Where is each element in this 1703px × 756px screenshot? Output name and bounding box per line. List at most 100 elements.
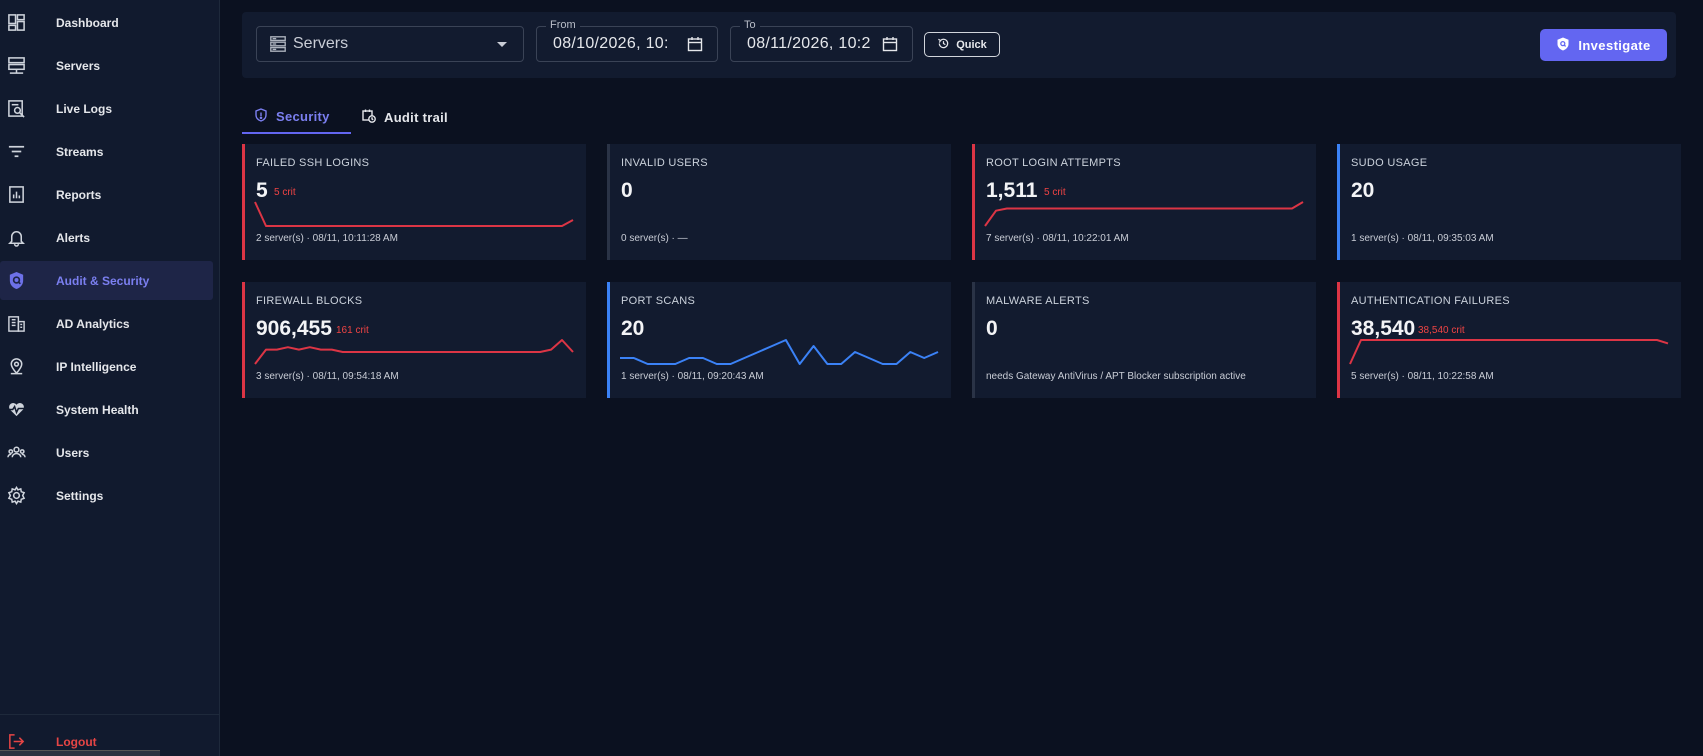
tab-label: Security: [276, 108, 330, 124]
sidebar-item-users[interactable]: Users: [0, 433, 213, 472]
sidebar-item-reports[interactable]: Reports: [0, 175, 213, 214]
sidebar-item-label: Dashboard: [56, 15, 119, 30]
metric-crit-count: 38,540 crit: [1418, 325, 1465, 336]
metric-title: MALWARE ALERTS: [986, 295, 1090, 307]
metric-value: 20: [621, 317, 645, 340]
shield-search-icon: [1556, 37, 1570, 54]
sidebar-item-alerts[interactable]: Alerts: [0, 218, 213, 257]
metric-card[interactable]: MALWARE ALERTS 0 needs Gateway AntiVirus /…: [972, 282, 1316, 398]
metric-footer: 0 server(s) · —: [621, 233, 688, 244]
metric-title: SUDO USAGE: [1351, 157, 1428, 169]
sparkline-path: [254, 201, 574, 227]
sparkline-path: [254, 339, 574, 365]
reports-icon: [7, 185, 26, 204]
dashboard-icon: [7, 13, 26, 32]
calendar-clock-icon: [362, 109, 376, 126]
sidebar-item-label: AD Analytics: [56, 316, 130, 331]
sidebar-item-servers[interactable]: Servers: [0, 46, 213, 85]
metric-footer: 2 server(s) · 08/11, 10:11:28 AM: [256, 233, 398, 244]
metric-card[interactable]: FAILED SSH LOGINS 5 5 crit 2 server(s) · 08…: [242, 144, 586, 260]
metric-sparkline: [984, 201, 1304, 227]
sparkline-path: [984, 201, 1304, 227]
metric-sparkline: [1349, 339, 1669, 365]
sidebar-item-settings[interactable]: Settings: [0, 476, 213, 515]
server-select[interactable]: Servers: [256, 26, 524, 62]
calendar-icon[interactable]: [687, 36, 703, 52]
gear-icon: [7, 485, 26, 506]
sidebar-item-streams[interactable]: Streams: [0, 132, 213, 171]
metric-footer: 7 server(s) · 08/11, 10:22:01 AM: [986, 233, 1129, 244]
metric-footer: 5 server(s) · 08/11, 10:22:58 AM: [1351, 371, 1494, 382]
building-icon: [7, 314, 26, 333]
sidebar-item-system-health[interactable]: System Health: [0, 390, 213, 429]
metric-title: AUTHENTICATION FAILURES: [1351, 295, 1510, 307]
investigate-button[interactable]: Investigate: [1540, 29, 1667, 61]
investigate-label: Investigate: [1578, 37, 1651, 53]
metric-title: FIREWALL BLOCKS: [256, 295, 363, 307]
shield-icon: [254, 107, 268, 125]
quick-range-button[interactable]: Quick: [924, 32, 1000, 57]
sidebar-item-label: System Health: [56, 402, 139, 417]
to-legend: To: [740, 19, 760, 31]
to-date-value: 08/11/2026, 10:2: [747, 35, 871, 52]
metric-title: FAILED SSH LOGINS: [256, 157, 370, 169]
metric-sparkline: [620, 339, 939, 365]
tab-audit-trail[interactable]: Audit trail: [362, 100, 472, 134]
server-select-value: Servers: [293, 35, 349, 52]
metric-footer: 3 server(s) · 08/11, 09:54:18 AM: [256, 371, 399, 382]
calendar-icon[interactable]: [882, 36, 898, 52]
location-pin-icon: [7, 357, 26, 376]
heart-pulse-icon: [7, 400, 26, 419]
sidebar-item-label: Streams: [56, 144, 104, 159]
sidebar-item-label: Reports: [56, 187, 102, 202]
tab-label: Audit trail: [384, 109, 448, 125]
metric-footer: needs Gateway AntiVirus / APT Blocker su…: [986, 371, 1246, 382]
status-strip: [0, 750, 160, 756]
metric-card[interactable]: FIREWALL BLOCKS 906,455 161 crit 3 server(s…: [242, 282, 586, 398]
from-date-field[interactable]: From 08/10/2026, 10:: [536, 19, 718, 62]
sidebar-item-live-logs[interactable]: Live Logs: [0, 89, 213, 128]
filter-toolbar: Servers From 08/10/2026, 10: To 08/11/20…: [242, 12, 1676, 78]
metric-value: 5: [256, 179, 268, 202]
sidebar-item-label: Servers: [56, 58, 101, 73]
sidebar-item-label: Live Logs: [56, 101, 113, 116]
metric-card[interactable]: INVALID USERS 0 0 server(s) · —: [607, 144, 951, 260]
metric-value: 20: [1351, 179, 1375, 202]
to-date-field[interactable]: To 08/11/2026, 10:2: [730, 19, 913, 62]
logout-label: Logout: [56, 734, 97, 749]
metric-card[interactable]: SUDO USAGE 20 1 server(s) · 08/11, 09:35:0…: [1337, 144, 1681, 260]
from-date-value: 08/10/2026, 10:: [553, 35, 669, 52]
sidebar-item-audit-security[interactable]: Audit & Security: [0, 261, 213, 300]
sidebar-item-label: IP Intelligence: [56, 359, 137, 374]
metric-value: 0: [986, 317, 998, 340]
sidebar-item-ad-analytics[interactable]: AD Analytics: [0, 304, 213, 343]
metric-title: ROOT LOGIN ATTEMPTS: [986, 157, 1121, 169]
metric-crit-count: 161 crit: [336, 325, 369, 336]
bell-icon: [7, 228, 26, 247]
metric-card[interactable]: ROOT LOGIN ATTEMPTS 1,511 5 crit 7 server(s…: [972, 144, 1316, 260]
metric-footer: 1 server(s) · 08/11, 09:20:43 AM: [621, 371, 764, 382]
metric-crit-count: 5 crit: [274, 187, 296, 198]
chevron-down-icon: [497, 42, 507, 47]
metric-sparkline: [254, 339, 574, 365]
sidebar-item-dashboard[interactable]: Dashboard: [0, 3, 213, 42]
metric-card[interactable]: PORT SCANS 20 1 server(s) · 08/11, 09:20:4…: [607, 282, 951, 398]
sidebar: Dashboard Servers Live Logs Streams Repo…: [0, 0, 220, 756]
sidebar-item-label: Users: [56, 445, 90, 460]
logout-icon: [7, 732, 26, 751]
history-icon: [937, 37, 950, 53]
from-legend: From: [546, 19, 580, 31]
metric-card[interactable]: AUTHENTICATION FAILURES 38,540 38,540 crit…: [1337, 282, 1681, 398]
sparkline-path: [620, 339, 939, 365]
users-icon: [7, 443, 26, 462]
sidebar-item-label: Settings: [56, 488, 104, 503]
live-logs-icon: [7, 99, 26, 118]
sidebar-item-label: Audit & Security: [56, 273, 150, 288]
tab-security[interactable]: Security: [242, 100, 351, 134]
metric-value: 1,511: [986, 179, 1038, 202]
server-icon: [269, 35, 287, 53]
quick-range-label: Quick: [956, 38, 987, 51]
sidebar-item-ip-intelligence[interactable]: IP Intelligence: [0, 347, 213, 386]
metric-value: 906,455: [256, 317, 332, 340]
metric-title: PORT SCANS: [621, 295, 696, 307]
